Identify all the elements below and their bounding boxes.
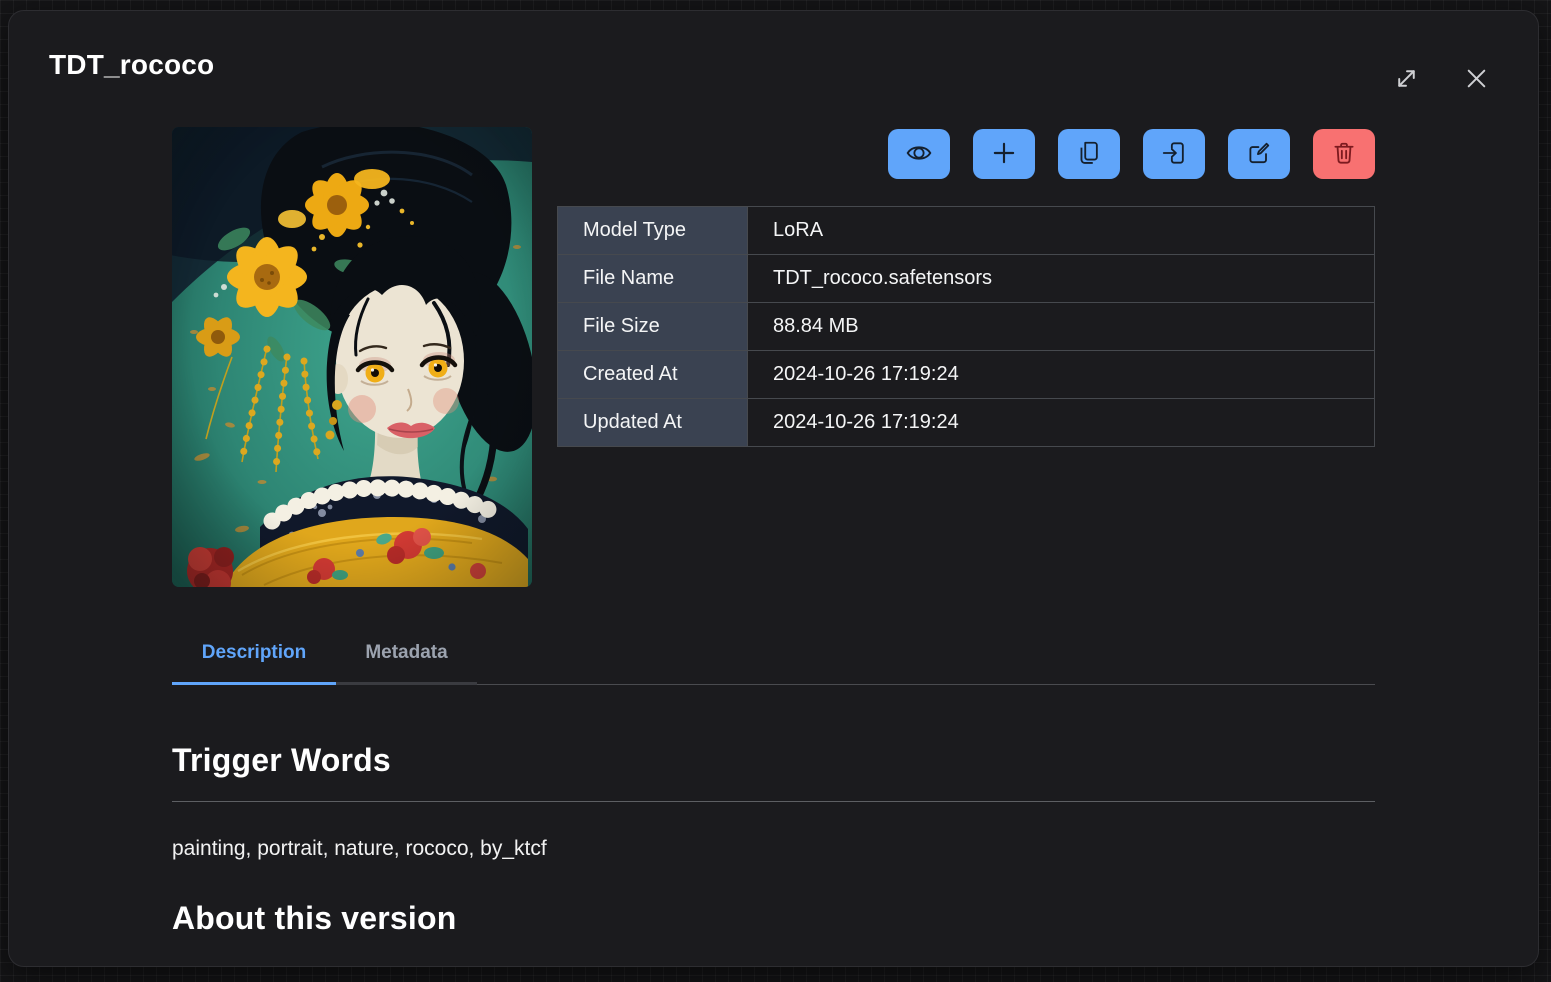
section-divider xyxy=(172,801,1375,802)
model-info-row: Model Type LoRA File Name TDT_rococo.saf… xyxy=(172,127,1375,587)
copy-icon xyxy=(1075,139,1103,170)
model-meta-column: Model Type LoRA File Name TDT_rococo.saf… xyxy=(557,127,1375,587)
info-value: LoRA xyxy=(748,207,1375,255)
info-label: File Name xyxy=(558,255,748,303)
info-value: TDT_rococo.safetensors xyxy=(748,255,1375,303)
tab-metadata[interactable]: Metadata xyxy=(336,626,477,685)
table-row: Created At 2024-10-26 17:19:24 xyxy=(558,351,1375,399)
model-preview-image xyxy=(172,127,532,587)
info-label: Created At xyxy=(558,351,748,399)
info-value: 2024-10-26 17:19:24 xyxy=(748,351,1375,399)
modal-title: TDT_rococo xyxy=(49,49,1498,81)
model-details-modal: TDT_rococo xyxy=(8,10,1539,967)
edit-button[interactable] xyxy=(1228,129,1290,179)
action-toolbar xyxy=(557,129,1375,179)
trash-icon xyxy=(1330,139,1358,170)
file-import-icon xyxy=(1160,139,1188,170)
plus-icon xyxy=(990,139,1018,170)
table-row: File Name TDT_rococo.safetensors xyxy=(558,255,1375,303)
info-value: 2024-10-26 17:19:24 xyxy=(748,399,1375,447)
info-label: Updated At xyxy=(558,399,748,447)
model-info-table: Model Type LoRA File Name TDT_rococo.saf… xyxy=(557,206,1375,447)
tab-bar: Description Metadata xyxy=(172,626,1375,685)
trigger-words-heading: Trigger Words xyxy=(172,742,1375,779)
preview-button[interactable] xyxy=(888,129,950,179)
expand-button[interactable] xyxy=(1389,63,1423,97)
about-version-heading: About this version xyxy=(172,900,1375,937)
close-button[interactable] xyxy=(1459,63,1493,97)
table-row: Updated At 2024-10-26 17:19:24 xyxy=(558,399,1375,447)
table-row: File Size 88.84 MB xyxy=(558,303,1375,351)
trigger-words-text: painting, portrait, nature, rococo, by_k… xyxy=(172,837,1375,861)
close-icon xyxy=(1463,65,1490,95)
edit-icon xyxy=(1245,139,1273,170)
info-label: File Size xyxy=(558,303,748,351)
move-button[interactable] xyxy=(1143,129,1205,179)
add-button[interactable] xyxy=(973,129,1035,179)
tab-description[interactable]: Description xyxy=(172,626,336,685)
modal-content: Model Type LoRA File Name TDT_rococo.saf… xyxy=(172,127,1375,937)
modal-header: TDT_rococo xyxy=(9,11,1538,81)
copy-button[interactable] xyxy=(1058,129,1120,179)
table-row: Model Type LoRA xyxy=(558,207,1375,255)
delete-button[interactable] xyxy=(1313,129,1375,179)
description-panel: Trigger Words painting, portrait, nature… xyxy=(172,742,1375,937)
info-label: Model Type xyxy=(558,207,748,255)
eye-icon xyxy=(905,139,933,170)
expand-icon xyxy=(1393,65,1420,95)
info-value: 88.84 MB xyxy=(748,303,1375,351)
